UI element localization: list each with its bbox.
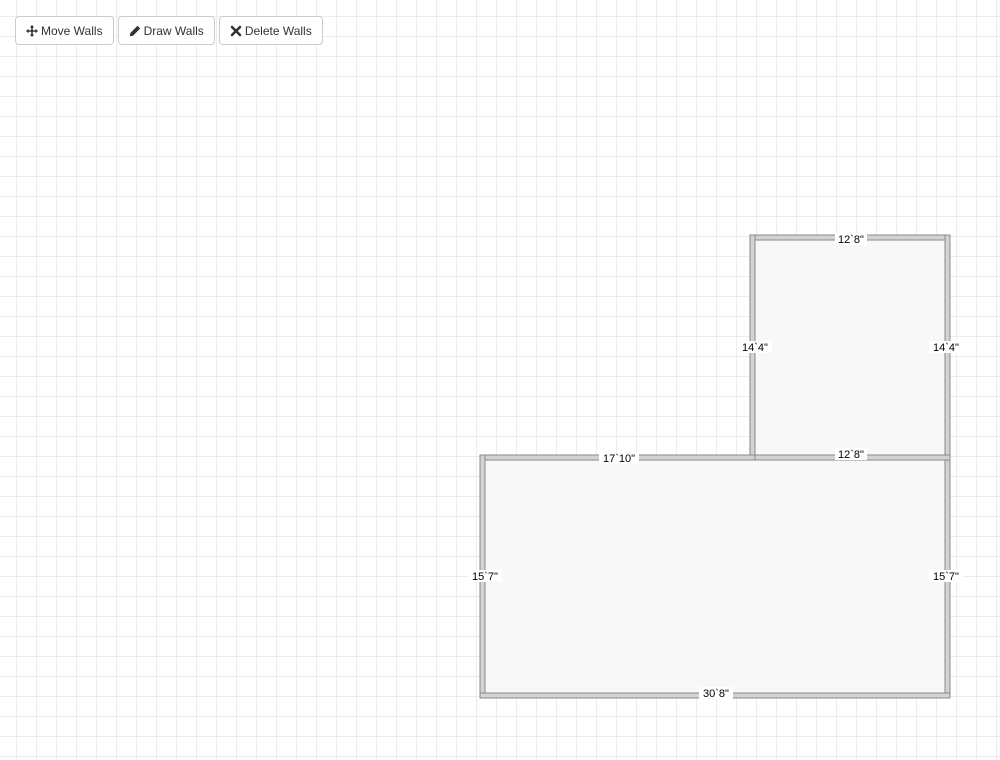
room-upper[interactable]: [752, 237, 949, 458]
floorplan: 12`8" 14`4" 14`4" 12`8" 17`10" 15`7" 15`…: [468, 233, 963, 700]
dimension-upper-right: 14`4": [933, 342, 959, 354]
dimension-lower-right: 15`7": [933, 571, 959, 583]
dimension-shared-wall: 12`8": [838, 449, 864, 461]
dimension-lower-bottom: 30`8": [703, 688, 729, 700]
dimension-lower-top-left: 17`10": [603, 453, 635, 465]
dimension-lower-left: 15`7": [472, 571, 498, 583]
dimension-upper-top: 12`8": [838, 234, 864, 246]
wall-right[interactable]: [944, 234, 951, 699]
room-lower[interactable]: [482, 457, 949, 697]
dimension-upper-left: 14`4": [742, 342, 768, 354]
